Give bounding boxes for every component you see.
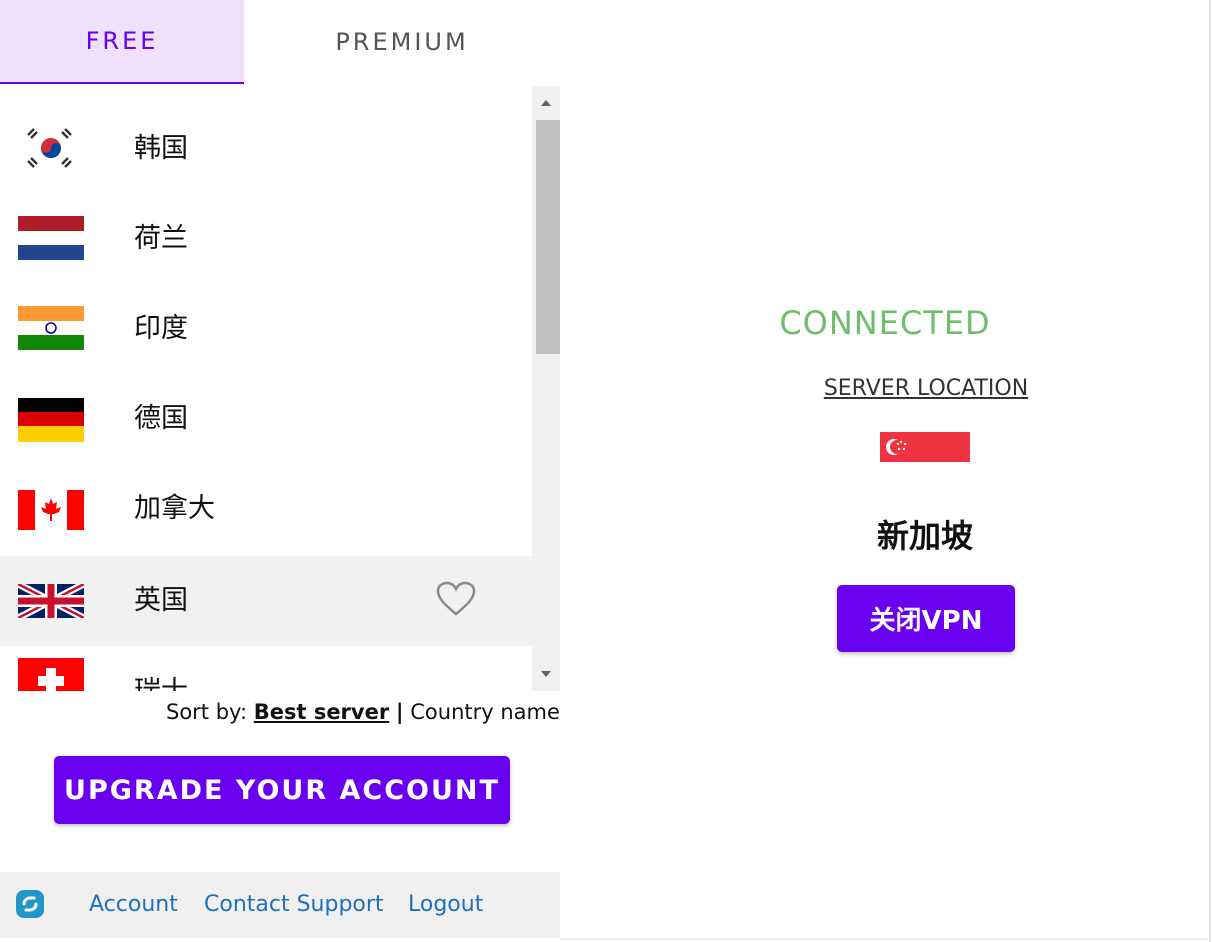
country-row-uk[interactable]: 英国 bbox=[0, 556, 532, 646]
singapore-flag bbox=[880, 432, 970, 462]
country-row-netherlands[interactable]: 荷兰 bbox=[0, 176, 532, 266]
netherlands-flag bbox=[18, 216, 84, 260]
window-border-bottom bbox=[560, 938, 1210, 940]
window-border bbox=[1209, 0, 1211, 942]
country-name: 英国 bbox=[134, 585, 188, 616]
sort-prefix: Sort by: bbox=[166, 700, 248, 724]
country-row-switzerland[interactable]: 瑞士 bbox=[0, 646, 532, 691]
country-name: 德国 bbox=[134, 403, 188, 434]
country-name: 荷兰 bbox=[134, 223, 188, 254]
sort-country-name[interactable]: Country name bbox=[410, 700, 560, 724]
heart-outline-icon[interactable] bbox=[436, 581, 476, 617]
india-flag bbox=[18, 306, 84, 350]
country-name: 印度 bbox=[134, 313, 188, 344]
sort-best-server[interactable]: Best server bbox=[254, 700, 390, 724]
sort-bar: Sort by: Best server | Country name bbox=[166, 700, 560, 724]
footer-link-logout[interactable]: Logout bbox=[408, 892, 483, 917]
uk-flag bbox=[18, 584, 84, 628]
country-list: 韩国 荷兰 印度 德国 加拿大 英国 bbox=[0, 86, 532, 691]
server-name: 新加坡 bbox=[876, 517, 973, 555]
country-name: 瑞士 bbox=[134, 676, 188, 691]
scroll-down-arrow-icon[interactable] bbox=[532, 659, 560, 691]
country-name: 加拿大 bbox=[134, 493, 215, 524]
country-row-germany[interactable]: 德国 bbox=[0, 356, 532, 446]
upgrade-account-button[interactable]: UPGRADE YOUR ACCOUNT bbox=[54, 756, 510, 824]
connection-status: CONNECTED bbox=[779, 304, 991, 342]
footer: Account Contact Support Logout bbox=[0, 872, 560, 938]
scrollbar-thumb[interactable] bbox=[536, 120, 560, 354]
tab-free[interactable]: FREE bbox=[0, 0, 244, 84]
south-korea-flag bbox=[18, 126, 84, 170]
country-row-south-korea[interactable]: 韩国 bbox=[0, 86, 532, 176]
switzerland-flag bbox=[18, 658, 84, 691]
country-name: 韩国 bbox=[134, 133, 188, 164]
sort-separator: | bbox=[395, 700, 404, 724]
footer-link-contact-support[interactable]: Contact Support bbox=[204, 892, 384, 917]
app-logo-icon bbox=[14, 888, 46, 920]
country-row-india[interactable]: 印度 bbox=[0, 266, 532, 356]
scroll-up-arrow-icon[interactable] bbox=[532, 86, 560, 118]
country-row-canada[interactable]: 加拿大 bbox=[0, 446, 532, 536]
server-location-label: SERVER LOCATION bbox=[823, 376, 1029, 401]
germany-flag bbox=[18, 398, 84, 442]
footer-link-account[interactable]: Account bbox=[89, 892, 178, 917]
close-vpn-button[interactable]: 关闭VPN bbox=[837, 585, 1015, 652]
tab-premium[interactable]: PREMIUM bbox=[244, 0, 560, 84]
country-list-scrollbar[interactable] bbox=[532, 86, 560, 691]
canada-flag bbox=[18, 490, 84, 534]
